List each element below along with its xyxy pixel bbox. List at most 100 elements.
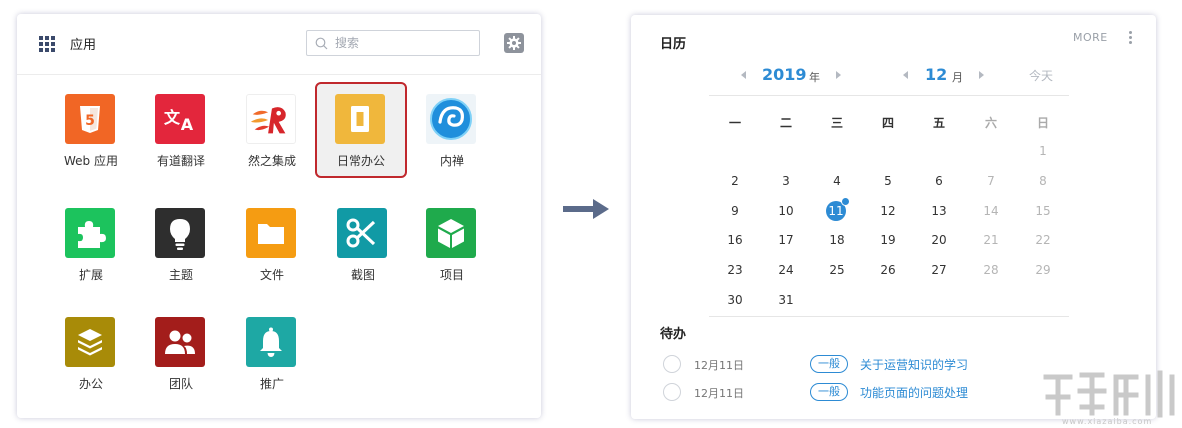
calendar-day[interactable]: 4 (822, 171, 852, 191)
calendar-panel: 日历 MORE 2019 年 12 月 今天 一 二 三 四 五 六 日 1 2… (631, 15, 1156, 419)
app-tile-neichan[interactable]: 内禅 (406, 82, 498, 178)
ranzhi-logo-icon (246, 94, 296, 144)
app-label: 推广 (259, 377, 284, 391)
calendar-day-today[interactable]: 11 (821, 201, 851, 221)
divider (709, 316, 1069, 317)
calendar-day[interactable]: 13 (924, 201, 954, 221)
team-icon (155, 317, 205, 367)
app-label: 内禅 (439, 154, 464, 168)
calendar-day[interactable]: 30 (720, 290, 750, 310)
calendar-day[interactable] (976, 141, 1006, 161)
calendar-day[interactable]: 1 (1028, 141, 1058, 161)
priority-badge: 一般 (810, 355, 848, 373)
calendar-day[interactable] (822, 141, 852, 161)
todo-date: 12月11日 (694, 387, 744, 400)
weekday-wed: 三 (830, 116, 843, 130)
calendar-day[interactable]: 26 (873, 260, 903, 280)
today-button[interactable]: 今天 (1029, 67, 1053, 84)
divider (709, 95, 1069, 96)
calendar-day[interactable]: 12 (873, 201, 903, 221)
next-month-button[interactable] (979, 71, 984, 79)
calendar-day[interactable]: 21 (976, 230, 1006, 250)
calendar-day[interactable]: 16 (720, 230, 750, 250)
weekday-fri: 五 (932, 116, 945, 130)
app-tile-team[interactable]: 团队 (135, 305, 227, 401)
calendar-day[interactable]: 5 (873, 171, 903, 191)
priority-badge: 一般 (810, 383, 848, 401)
app-tile-files[interactable]: 文件 (226, 196, 318, 292)
neichan-logo-icon (426, 94, 476, 144)
gear-icon (507, 36, 521, 50)
calendar-day[interactable]: 29 (1028, 260, 1058, 280)
right-arrow-icon (563, 199, 609, 219)
calendar-day[interactable]: 27 (924, 260, 954, 280)
kebab-menu-icon[interactable] (1125, 31, 1135, 45)
calendar-day[interactable] (771, 141, 801, 161)
folder-icon (246, 208, 296, 258)
more-link[interactable]: MORE (1073, 31, 1108, 44)
app-tile-youdao[interactable]: 文 A 有道翻译 (135, 82, 227, 178)
year-value: 2019 (762, 65, 807, 84)
calendar-day[interactable]: 17 (771, 230, 801, 250)
watermark-url: www.xiazaiba.com (1062, 417, 1153, 426)
svg-text:5: 5 (85, 113, 95, 129)
layers-icon (65, 317, 115, 367)
search-input[interactable] (335, 34, 473, 52)
calendar-day[interactable]: 14 (976, 201, 1006, 221)
todo-item: 12月11日 一般 关于运营知识的学习 (661, 355, 1091, 375)
apps-title: 应用 (70, 38, 97, 53)
calendar-day[interactable]: 31 (771, 290, 801, 310)
calendar-day[interactable]: 7 (976, 171, 1006, 191)
calendar-day[interactable]: 20 (924, 230, 954, 250)
app-label: 项目 (439, 268, 464, 282)
calendar-day[interactable]: 28 (976, 260, 1006, 280)
calendar-day[interactable]: 6 (924, 171, 954, 191)
prev-month-button[interactable] (903, 71, 908, 79)
calendar-day[interactable]: 2 (720, 171, 750, 191)
calendar-day[interactable]: 9 (720, 201, 750, 221)
svg-text:文: 文 (164, 108, 181, 127)
calendar-day[interactable]: 8 (1028, 171, 1058, 191)
puzzle-icon (65, 208, 115, 258)
weekday-thu: 四 (881, 116, 894, 130)
app-tile-extension[interactable]: 扩展 (45, 196, 137, 292)
calendar-day[interactable] (873, 141, 903, 161)
apps-header: 应用 (17, 14, 541, 75)
todo-checkbox[interactable] (663, 355, 681, 373)
calendar-day[interactable]: 25 (822, 260, 852, 280)
calendar-day[interactable]: 22 (1028, 230, 1058, 250)
scissors-icon (337, 208, 387, 258)
todo-item: 12月11日 一般 功能页面的问题处理 (661, 383, 1091, 403)
prev-year-button[interactable] (741, 71, 746, 79)
todo-link[interactable]: 关于运营知识的学习 (860, 356, 968, 373)
office-icon (335, 94, 385, 144)
app-tile-theme[interactable]: 主题 (135, 196, 227, 292)
calendar-day[interactable]: 23 (720, 260, 750, 280)
search-box[interactable] (306, 30, 480, 56)
settings-button[interactable] (504, 33, 524, 53)
calendar-title: 日历 (660, 37, 687, 52)
todo-checkbox[interactable] (663, 383, 681, 401)
month-value: 12 (925, 65, 948, 84)
calendar-day[interactable]: 10 (771, 201, 801, 221)
app-tile-work[interactable]: 办公 (45, 305, 137, 401)
app-tile-daily-office[interactable]: 日常办公 (315, 82, 407, 178)
weekday-tue: 二 (779, 116, 792, 130)
app-tile-web[interactable]: 5 Web 应用 (45, 82, 137, 178)
calendar-day[interactable]: 24 (771, 260, 801, 280)
cube-icon (426, 208, 476, 258)
next-year-button[interactable] (836, 71, 841, 79)
search-icon (315, 37, 328, 50)
app-grid-icon (39, 36, 55, 52)
todo-link[interactable]: 功能页面的问题处理 (860, 384, 968, 401)
app-tile-project[interactable]: 项目 (406, 196, 498, 292)
weekday-mon: 一 (728, 116, 741, 130)
apps-panel: 应用 搜索 5 Web 应用 文 A 有道翻译 然之集成 日常办公 内禅 扩展 … (17, 14, 541, 418)
calendar-day[interactable]: 15 (1028, 201, 1058, 221)
calendar-day[interactable]: 3 (771, 171, 801, 191)
calendar-day[interactable]: 19 (873, 230, 903, 250)
calendar-day[interactable]: 18 (822, 230, 852, 250)
calendar-day[interactable] (720, 141, 750, 161)
app-tile-promotion[interactable]: 推广 (226, 305, 318, 401)
calendar-day[interactable] (924, 141, 954, 161)
